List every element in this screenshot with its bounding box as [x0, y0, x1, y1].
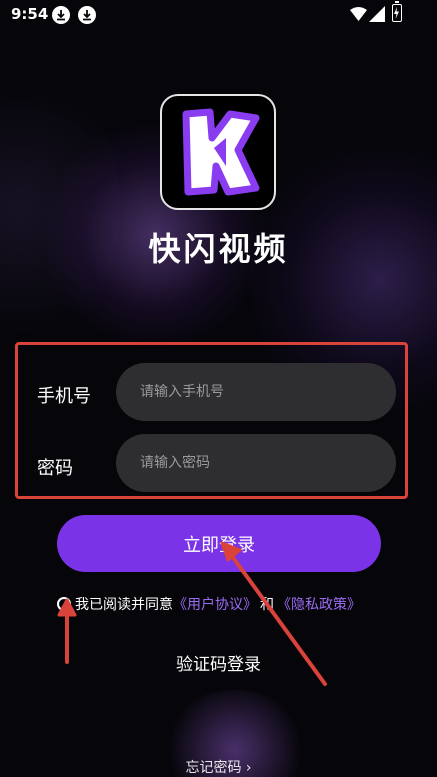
phone-label: 手机号: [37, 386, 91, 407]
chevron-right-icon: ›: [245, 760, 252, 776]
agreement-and-text: 和: [260, 597, 274, 613]
wifi-icon: [350, 7, 367, 21]
privacy-policy-link[interactable]: 《隐私政策》: [277, 594, 361, 614]
login-button[interactable]: 立即登录: [57, 515, 381, 572]
signal-icon: [369, 6, 385, 22]
download-icon: [52, 6, 70, 24]
download-icon: [78, 6, 96, 24]
password-label: 密码: [37, 458, 73, 479]
password-input[interactable]: [116, 434, 396, 492]
agreement-row: 我已阅读并同意 《用户协议》 和 《隐私政策》: [57, 594, 361, 614]
battery-charging-icon: [392, 1, 402, 22]
agreement-text: 我已阅读并同意: [75, 597, 173, 613]
agreement-checkbox[interactable]: [57, 597, 71, 611]
forgot-password-label: 忘记密码: [185, 760, 242, 776]
user-agreement-link[interactable]: 《用户协议》: [173, 594, 257, 614]
app-title: 快闪视频: [148, 230, 289, 268]
sms-login-link[interactable]: 验证码登录: [0, 650, 437, 675]
forgot-password-link[interactable]: 忘记密码 ›: [0, 757, 437, 777]
status-bar: 9:54: [0, 0, 437, 32]
app-logo-k-icon: [160, 94, 276, 210]
phone-input[interactable]: [116, 363, 396, 421]
status-time: 9:54: [11, 5, 49, 23]
